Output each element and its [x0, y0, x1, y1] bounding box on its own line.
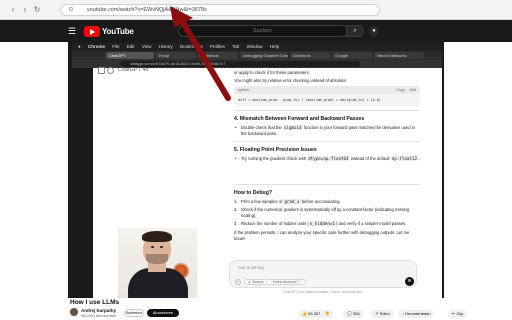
inner-os-menu-bar: ● Chrome File Edit View History Bookmark… — [72, 43, 442, 51]
response-text: You might also try relative error checki… — [234, 78, 347, 83]
download-icon: ↓ — [402, 311, 404, 316]
chat-response: or apply to check it for these parameter… — [234, 70, 420, 244]
response-text: or apply to check it for these parameter… — [234, 70, 310, 75]
copy-code-button: Copy — [396, 88, 405, 92]
os-menu-item: History — [158, 44, 173, 49]
mic-icon[interactable]: ● — [369, 26, 379, 36]
comments-button[interactable]: 💬 554 — [343, 310, 364, 318]
presenter-eye — [151, 246, 154, 248]
youtube-logo-icon[interactable] — [84, 26, 100, 37]
inner-tab: Dividends — [290, 52, 330, 59]
code-block: python Copy Edit diff = abs(num_grad - g… — [234, 86, 420, 106]
numbered-item: 1. Print a few samples of grad_x before … — [234, 199, 341, 204]
search-placeholder: Suchen — [253, 28, 272, 34]
like-button[interactable]: 👍 56.357 👎 — [298, 310, 334, 318]
bullet-item: Try running the gradient check with dtyp… — [234, 156, 420, 162]
address-bar[interactable]: youtube.com/watch?v=EWvNQjAaOHw&t=3578s — [60, 4, 380, 16]
thumbs-up-icon: 👍 — [302, 311, 307, 316]
presenter-beard — [146, 254, 168, 264]
code-language: python — [238, 88, 249, 92]
inner-address-field: chatgpt.com/c/67a370-4e15-8007-9d5e-39ee… — [120, 61, 360, 67]
os-menu-item: Window — [246, 44, 263, 49]
subscriber-count: 962.000 Abonnenten — [81, 314, 117, 318]
more-options-icon: ··· — [298, 279, 306, 285]
video-title: How I use LLMs — [70, 299, 120, 306]
inner-tab: Google — [332, 52, 372, 59]
os-menu-item: File — [112, 44, 120, 49]
channel-name[interactable]: Andrej Karpathy — [81, 308, 116, 313]
section-heading: How to Debug? — [234, 190, 273, 196]
forward-icon[interactable]: › — [20, 5, 30, 15]
share-button[interactable]: ↗ Teilen — [371, 310, 394, 318]
os-menu-item: Chrome — [87, 44, 105, 49]
bullet-item: Double-check that the sigmoid function i… — [234, 125, 420, 137]
disclaimer: ChatGPT can make mistakes. Check importa… — [282, 290, 364, 294]
os-menu-item: Profiles — [209, 44, 225, 49]
model-selector: ChatGPT 4o — [118, 67, 149, 73]
avatar[interactable] — [70, 308, 78, 316]
os-menu-item: Help — [269, 44, 280, 49]
youtube-brand-text[interactable]: YouTube — [102, 27, 134, 36]
os-menu-item: Tab — [232, 44, 240, 49]
section-heading: 5. Floating Point Precision Issues — [234, 147, 317, 153]
divider — [234, 110, 420, 111]
attach-icon: + — [235, 279, 241, 285]
back-icon[interactable]: ‹ — [8, 5, 18, 15]
divider — [234, 141, 420, 142]
thumbs-down-icon[interactable]: 👎 — [324, 311, 329, 316]
apple-icon: ● — [78, 44, 81, 49]
search-icon[interactable]: ⌕ — [346, 25, 364, 37]
share-icon: ↗ — [375, 311, 379, 316]
sidebar-toggle-icon — [98, 67, 105, 74]
inner-tab: Neural Networks — [374, 52, 424, 59]
divider — [234, 184, 420, 185]
new-chat-icon — [107, 67, 114, 74]
join-button[interactable]: Beitreten — [124, 309, 144, 317]
section-heading: 4. Mismatch Between Forward and Backward… — [234, 116, 365, 122]
site-info-icon[interactable]: ⊙ — [66, 5, 76, 15]
voice-icon: ≋ — [405, 277, 414, 286]
inner-tab: ChatGPT — [106, 52, 154, 59]
numbered-item: 2. Check if the numerical gradient is sy… — [234, 207, 410, 218]
edit-code-button: Edit — [409, 88, 416, 92]
deep-research-toggle: ◌ Deep research — [266, 279, 301, 285]
response-text: If the problem persists, I can analyze y… — [234, 230, 410, 241]
os-menu-item: View — [141, 44, 152, 49]
code-text: diff = abs(num_grad - grad_fn) / (abs(nu… — [238, 98, 381, 102]
numbered-item: 3. Reduce the number of hidden units (n_… — [234, 221, 407, 226]
composer-placeholder: Ask anything — [238, 265, 264, 270]
telescope-icon: ◌ — [270, 280, 273, 284]
search-toggle: ◎ Search — [244, 279, 268, 285]
os-menu-item: Bookmarks — [180, 44, 203, 49]
download-button[interactable]: ↓ Herunterladen — [398, 310, 435, 318]
presenter-eye — [160, 246, 163, 248]
os-menu-item: Edit — [126, 44, 135, 49]
inner-tab: Emoji — [156, 52, 196, 59]
hamburger-menu-icon[interactable]: ☰ — [68, 26, 78, 36]
subscribe-button[interactable]: Abonnieren — [147, 309, 179, 317]
scissors-icon: ✂ — [452, 311, 456, 316]
comment-icon: 💬 — [347, 311, 352, 316]
clip-button[interactable]: ✂ Clip — [448, 310, 468, 318]
globe-icon: ◎ — [248, 280, 252, 284]
inner-tab: Dividends — [198, 52, 238, 59]
inner-tab: Debugging Gradient Check — [240, 52, 288, 59]
presenter-hair — [142, 231, 172, 242]
reload-icon[interactable]: ↻ — [32, 5, 42, 15]
presenter-shirt — [128, 268, 188, 298]
youtube-search-input[interactable]: Suchen — [178, 25, 348, 37]
